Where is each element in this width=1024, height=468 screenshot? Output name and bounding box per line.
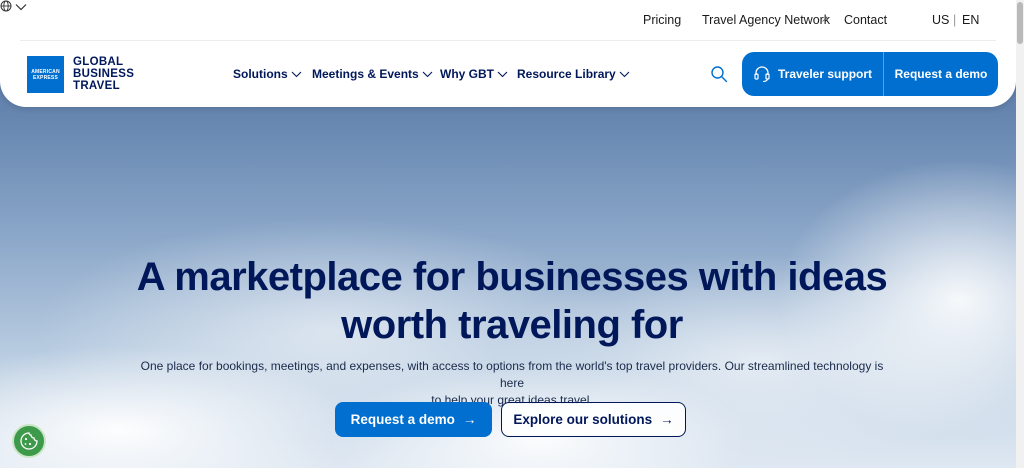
external-link-icon: ↗ bbox=[821, 14, 829, 24]
headset-icon bbox=[754, 66, 770, 83]
utility-nav: Pricing Travel Agency Network ↗ Contact … bbox=[0, 0, 1016, 40]
request-demo-header-label: Request a demo bbox=[894, 67, 988, 81]
logo-badge-line2: EXPRESS bbox=[32, 74, 59, 81]
chevron-down-icon[interactable] bbox=[15, 2, 27, 12]
nav-item-meetings-events[interactable]: Meetings & Events bbox=[312, 67, 433, 81]
language-selector[interactable]: EN bbox=[962, 13, 979, 27]
hero-headline-line2: worth traveling for bbox=[341, 303, 683, 347]
logo-line1: GLOBAL bbox=[73, 56, 124, 68]
cookie-icon bbox=[20, 432, 38, 450]
pricing-link[interactable]: Pricing bbox=[643, 13, 681, 27]
cookie-settings-button[interactable] bbox=[12, 424, 46, 458]
request-demo-button[interactable]: Request a demo → bbox=[335, 402, 492, 437]
nav-item-label: Meetings & Events bbox=[312, 67, 419, 81]
scrollbar-track[interactable] bbox=[1016, 0, 1024, 468]
chevron-down-icon bbox=[619, 71, 630, 78]
chevron-down-icon bbox=[497, 71, 508, 78]
logo-line3: TRAVEL bbox=[73, 80, 120, 92]
nav-item-solutions[interactable]: Solutions bbox=[233, 67, 302, 81]
region-separator: | bbox=[953, 13, 957, 27]
nav-divider bbox=[20, 40, 996, 41]
traveler-support-label: Traveler support bbox=[777, 67, 873, 81]
nav-item-why-gbt[interactable]: Why GBT bbox=[440, 67, 508, 81]
nav-item-label: Solutions bbox=[233, 67, 288, 81]
explore-solutions-label: Explore our solutions bbox=[513, 412, 653, 427]
hero-headline: A marketplace for businesses with ideas … bbox=[0, 253, 1024, 349]
chevron-down-icon bbox=[422, 71, 433, 78]
arrow-right-icon: → bbox=[660, 412, 674, 427]
request-demo-header-button[interactable]: Request a demo bbox=[884, 52, 998, 96]
request-demo-label: Request a demo bbox=[350, 412, 455, 427]
header-cta-group: Traveler support Request a demo bbox=[742, 52, 998, 96]
hero-subtext-line1: One place for bookings, meetings, and ex… bbox=[140, 359, 884, 390]
scrollbar-thumb[interactable] bbox=[1017, 2, 1023, 44]
nav-item-label: Resource Library bbox=[517, 67, 616, 81]
search-icon[interactable] bbox=[710, 65, 728, 83]
travel-agency-network-link[interactable]: Travel Agency Network bbox=[702, 13, 830, 27]
nav-item-resource-library[interactable]: Resource Library bbox=[517, 67, 630, 81]
nav-item-label: Why GBT bbox=[440, 67, 494, 81]
explore-solutions-button[interactable]: Explore our solutions → bbox=[501, 402, 686, 437]
amex-logo-badge[interactable]: AMERICAN EXPRESS bbox=[27, 56, 64, 93]
hero-headline-line1: A marketplace for businesses with ideas bbox=[136, 255, 888, 299]
contact-link[interactable]: Contact bbox=[844, 13, 887, 27]
region-selector[interactable]: US bbox=[932, 13, 949, 27]
logo-wordmark[interactable]: GLOBAL BUSINESS TRAVEL bbox=[73, 56, 134, 92]
arrow-right-icon: → bbox=[462, 412, 477, 427]
chevron-down-icon bbox=[291, 71, 302, 78]
traveler-support-button[interactable]: Traveler support bbox=[742, 52, 883, 96]
logo-line2: BUSINESS bbox=[73, 68, 135, 80]
globe-icon[interactable] bbox=[0, 0, 12, 12]
